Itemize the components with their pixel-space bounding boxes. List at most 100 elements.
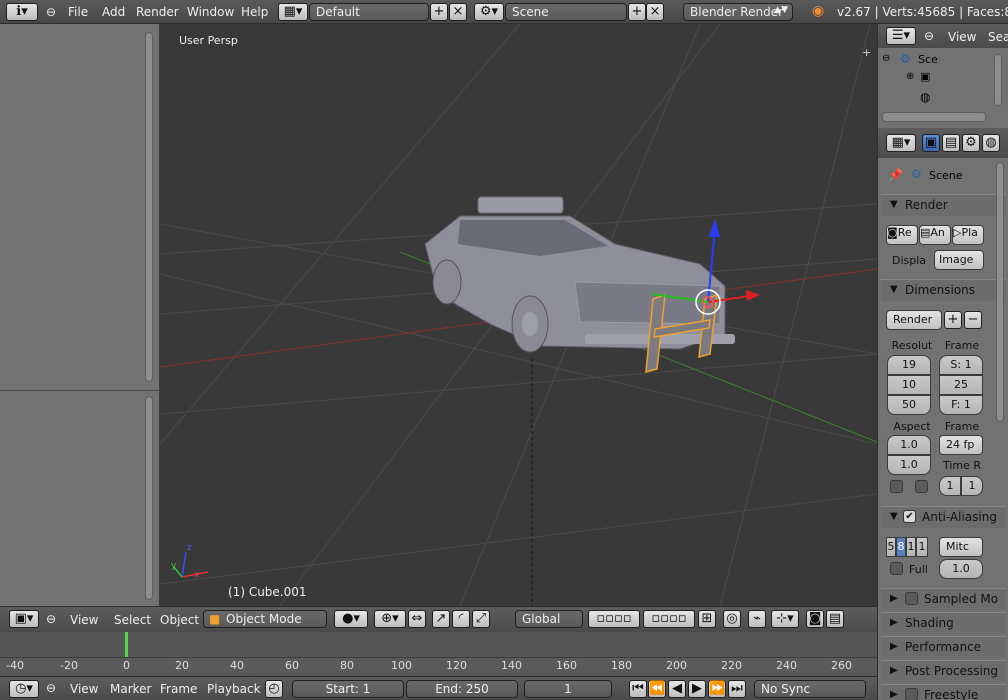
screen-layout-icon[interactable]: ▦▾ [278, 3, 308, 21]
anti-aliasing-checkbox[interactable]: ✔ [903, 510, 916, 523]
world-tab-icon[interactable]: ◍ [982, 134, 1000, 152]
header-collapse-icon[interactable]: ⊖ [46, 612, 56, 626]
post-processing-panel-header[interactable]: ▶ Post Processing [881, 660, 1006, 682]
render-tab-camera-icon[interactable]: ▣ [922, 134, 940, 152]
timeline-menu-frame[interactable]: Frame [160, 682, 197, 696]
collapse-menu-icon[interactable]: ⊖ [46, 5, 56, 19]
aa-samples-8[interactable]: 8 [896, 537, 906, 557]
translate-manipulator-icon[interactable]: ↗ [432, 610, 450, 628]
layer-buttons-b[interactable]: ▫▫▫▫ [643, 610, 695, 628]
editor-type-3dview-icon[interactable]: ▣▾ [9, 610, 39, 628]
sampled-motion-blur-panel-header[interactable]: ▶ Sampled Mo [881, 588, 1006, 610]
editor-type-timeline-icon[interactable]: ◷▾ [9, 680, 39, 698]
timeline-ruler[interactable]: -40 -20 0 20 40 60 80 100 120 140 160 18… [0, 657, 877, 673]
border-checkbox[interactable] [890, 480, 903, 493]
frame-rate-select[interactable]: 24 fp [939, 435, 983, 455]
toolprops-scrollbar[interactable] [145, 396, 153, 600]
scene-tab-icon[interactable]: ⚙ [962, 134, 980, 152]
snap-element-icon[interactable]: ⊹▾ [771, 610, 799, 628]
menu-view[interactable]: View [70, 613, 98, 627]
add-screen-icon[interactable]: + [430, 3, 448, 21]
orientation-select[interactable]: Global [515, 610, 583, 628]
render-engine-select[interactable]: Blender Render ▲▼ [683, 3, 793, 21]
menu-file[interactable]: File [68, 5, 88, 19]
aa-samples-11[interactable]: 1 [906, 537, 916, 557]
jump-prev-keyframe-icon[interactable]: ⏪ [648, 680, 666, 698]
render-animation-button[interactable]: ▤An [919, 225, 951, 245]
play-reverse-icon[interactable]: ◀ [668, 680, 686, 698]
expand-layer-icon[interactable]: ⊕ [906, 71, 914, 82]
freestyle-panel-header[interactable]: ▶ Freestyle [881, 684, 1006, 700]
remove-preset-icon[interactable]: − [964, 311, 982, 329]
pivot-point-icon[interactable]: ⊕▾ [374, 610, 406, 628]
timeline-menu-marker[interactable]: Marker [110, 682, 151, 696]
add-preset-icon[interactable]: + [944, 311, 962, 329]
render-panel-header[interactable]: ▼ Render [881, 194, 1006, 216]
menu-add[interactable]: Add [102, 5, 125, 19]
aa-filter-select[interactable]: Mitc [939, 537, 983, 557]
menu-render[interactable]: Render [136, 5, 179, 19]
outliner-menu-view[interactable]: View [948, 30, 976, 44]
anti-aliasing-panel-header[interactable]: ▼ ✔ Anti-Aliasing [881, 506, 1006, 528]
aspect-y-field[interactable]: 1.0 [887, 455, 931, 475]
freestyle-checkbox[interactable] [905, 688, 918, 700]
expand-scene-icon[interactable]: ⊖ [882, 53, 890, 64]
outliner-scene-item[interactable]: Sce [918, 53, 938, 66]
timeline-menu-playback[interactable]: Playback [207, 682, 261, 696]
crop-checkbox[interactable] [915, 480, 928, 493]
3d-viewport[interactable]: User Persp (1) Cube.001 z y x + [160, 24, 877, 606]
opengl-render-icon[interactable]: ◙ [806, 610, 824, 628]
motion-blur-checkbox[interactable] [905, 592, 918, 605]
full-sample-checkbox[interactable] [890, 562, 903, 575]
timeline-menu-view[interactable]: View [70, 682, 98, 696]
snap-toggle-icon[interactable]: ⌁ [748, 610, 766, 628]
remove-screen-icon[interactable]: × [449, 3, 467, 21]
opengl-anim-icon[interactable]: ▤ [826, 610, 844, 628]
proportional-edit-icon[interactable]: ◎ [723, 610, 741, 628]
rotate-manipulator-icon[interactable]: ◜ [452, 610, 470, 628]
jump-end-icon[interactable]: ⏭ [728, 680, 746, 698]
resolution-y-field[interactable]: 10 [887, 375, 931, 395]
time-remap-old-field[interactable]: 1 [939, 476, 961, 496]
remove-scene-icon[interactable]: × [646, 3, 664, 21]
render-image-button[interactable]: ◙Re [886, 225, 918, 245]
menu-object[interactable]: Object [160, 613, 199, 627]
dimensions-panel-header[interactable]: ▼ Dimensions [881, 279, 1006, 301]
play-animation-button[interactable]: ▷Pla [952, 225, 984, 245]
resolution-x-field[interactable]: 19 [887, 355, 931, 375]
editor-type-properties-icon[interactable]: ▦▾ [886, 134, 916, 152]
render-preset-select[interactable]: Render [886, 310, 942, 330]
outliner-collapse-icon[interactable]: ⊖ [924, 29, 934, 43]
start-frame-field[interactable]: Start: 1 [292, 680, 404, 698]
properties-scrollbar[interactable] [996, 162, 1004, 422]
filter-size-field[interactable]: 1.0 [939, 559, 983, 579]
viewport-canvas[interactable] [160, 24, 877, 606]
scene-icon[interactable]: ⚙▾ [474, 3, 504, 21]
scene-field[interactable]: Scene [505, 3, 627, 21]
add-scene-icon[interactable]: + [628, 3, 646, 21]
layer-lock-icon[interactable]: ⊞ [698, 610, 716, 628]
scale-manipulator-icon[interactable]: ⤢ [472, 610, 490, 628]
menu-help[interactable]: Help [241, 5, 268, 19]
frame-step-field[interactable]: F: 1 [939, 395, 983, 415]
jump-next-keyframe-icon[interactable]: ⏩ [708, 680, 726, 698]
end-frame-field[interactable]: End: 250 [406, 680, 518, 698]
layer-buttons-a[interactable]: ▫▫▫▫ [588, 610, 640, 628]
pin-icon[interactable]: 📌 [888, 168, 903, 182]
editor-type-outliner-icon[interactable]: ☰▾ [886, 27, 916, 45]
viewport-shading-icon[interactable]: ●▾ [334, 610, 368, 628]
shading-panel-header[interactable]: ▶ Shading [881, 612, 1006, 634]
outliner-search[interactable]: Sear [988, 30, 1008, 44]
resolution-percent-field[interactable]: 50 [887, 395, 931, 415]
toolshelf-scrollbar[interactable] [145, 32, 153, 382]
play-icon[interactable]: ▶ [688, 680, 706, 698]
properties-region-plus-icon[interactable]: + [862, 46, 871, 59]
time-remap-new-field[interactable]: 1 [961, 476, 983, 496]
editor-type-info-icon[interactable]: ℹ▾ [6, 3, 38, 21]
preview-range-clock-icon[interactable]: ◴ [265, 680, 283, 698]
manipulator-toggle-icon[interactable]: ⇔ [408, 610, 426, 628]
aa-samples-5[interactable]: 5 [886, 537, 896, 557]
screen-layout-field[interactable]: Default [309, 3, 429, 21]
menu-select[interactable]: Select [114, 613, 151, 627]
current-frame-field[interactable]: 1 [524, 680, 612, 698]
